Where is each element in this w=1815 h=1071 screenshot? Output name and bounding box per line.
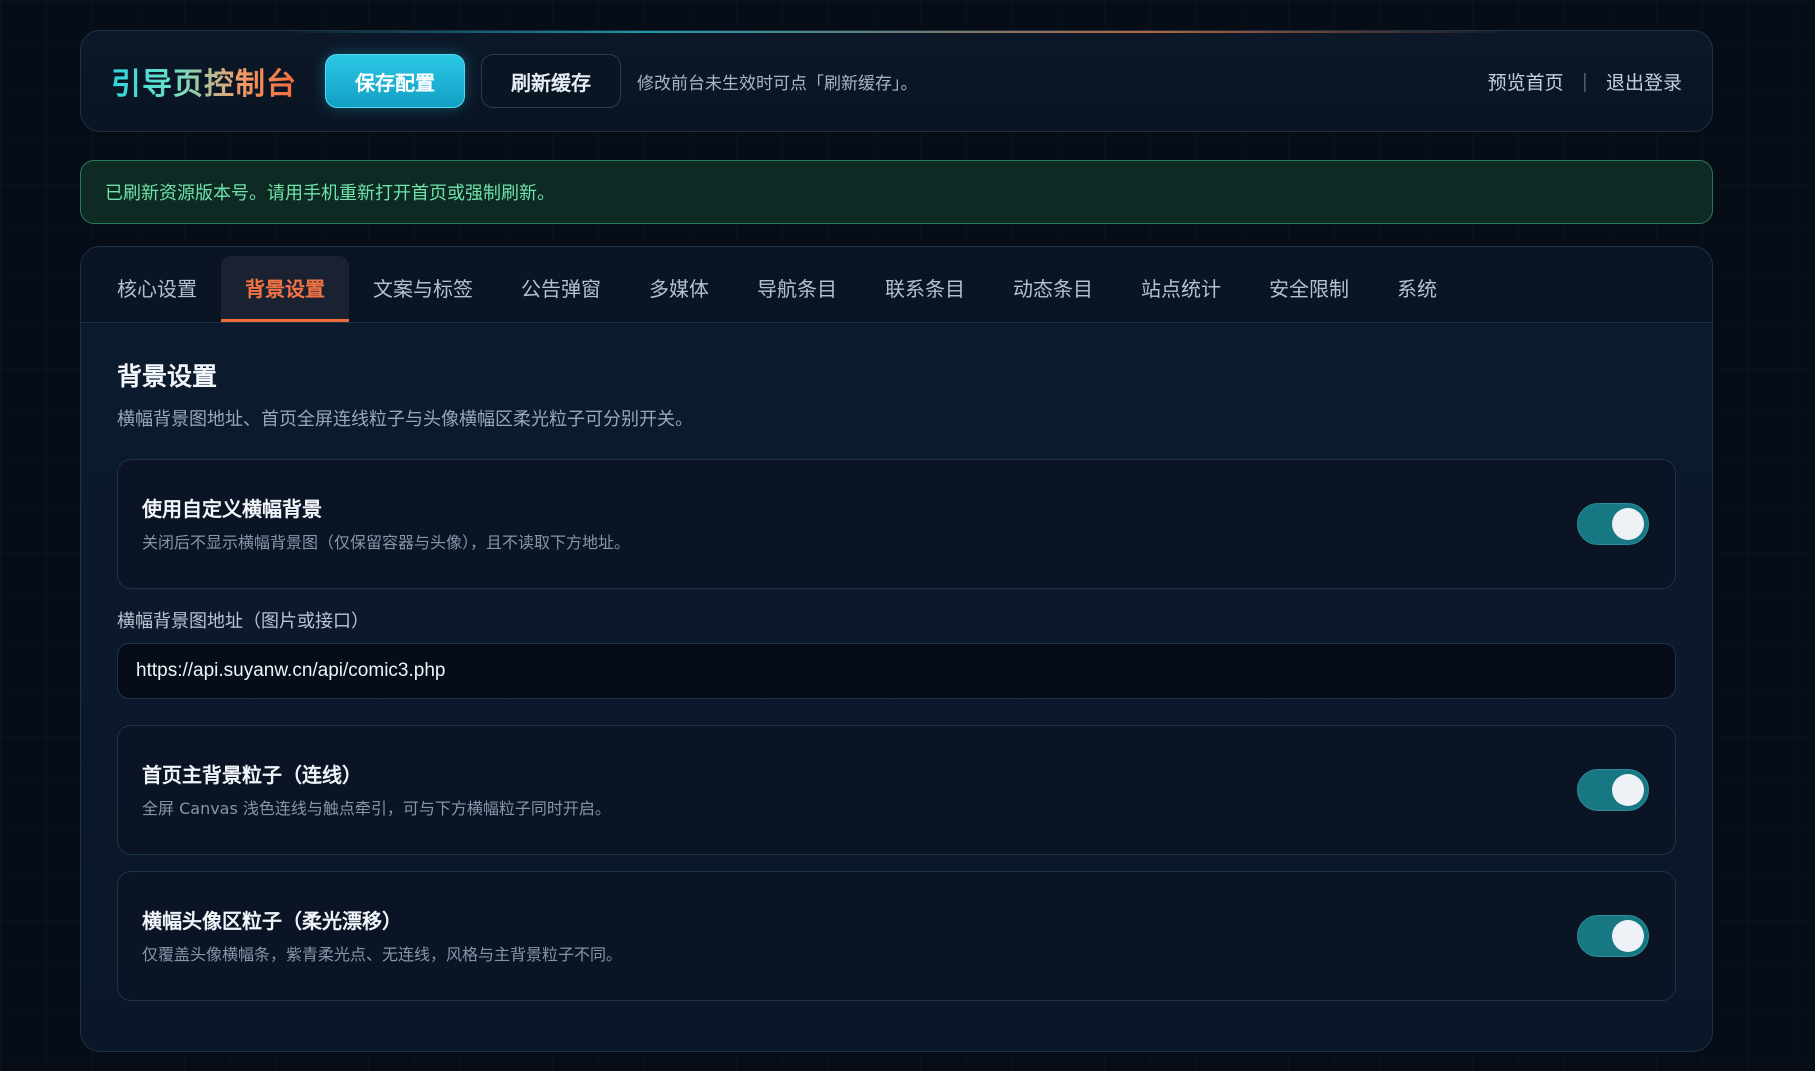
tab-announcement-popup[interactable]: 公告弹窗: [497, 256, 625, 322]
tab-nav-items[interactable]: 导航条目: [733, 256, 861, 322]
banner-particles-text: 横幅头像区粒子（柔光漂移） 仅覆盖头像横幅条，紫青柔光点、无连线，风格与主背景粒…: [142, 905, 682, 968]
section-title: 背景设置: [117, 362, 218, 391]
custom-banner-text: 使用自定义横幅背景 关闭后不显示横幅背景图（仅保留容器与头像），且不读取下方地址…: [142, 493, 682, 556]
refresh-hint: 修改前台未生效时可点「刷新缓存」。: [637, 73, 918, 94]
header-links: 预览首页 | 退出登录: [1488, 68, 1682, 95]
tab-site-stats[interactable]: 站点统计: [1117, 256, 1245, 322]
header-separator: |: [1581, 70, 1588, 92]
tab-background-settings[interactable]: 背景设置: [221, 256, 349, 322]
tab-system[interactable]: 系统: [1373, 256, 1461, 322]
settings-panel: 核心设置 背景设置 文案与标签 公告弹窗 多媒体 导航条目 联系条目 动态条目 …: [80, 246, 1713, 1052]
custom-banner-description: 关闭后不显示横幅背景图（仅保留容器与头像），且不读取下方地址。: [142, 532, 631, 552]
toggle-knob: [1612, 774, 1644, 806]
main-particles-title: 首页主背景粒子（连线）: [142, 762, 362, 787]
banner-particles-title: 横幅头像区粒子（柔光漂移）: [142, 908, 402, 933]
banner-particles-toggle[interactable]: [1577, 915, 1649, 957]
tab-copy-and-tags[interactable]: 文案与标签: [349, 256, 497, 322]
main-particles-card: 首页主背景粒子（连线） 全屏 Canvas 浅色连线与触点牵引，可与下方横幅粒子…: [117, 725, 1676, 855]
app-root: 引导页控制台 保存配置 刷新缓存 修改前台未生效时可点「刷新缓存」。 预览首页 …: [80, 30, 1713, 1052]
banner-particles-card: 横幅头像区粒子（柔光漂移） 仅覆盖头像横幅条，紫青柔光点、无连线，风格与主背景粒…: [117, 871, 1676, 1001]
app-title: 引导页控制台: [111, 59, 297, 103]
tab-core-settings[interactable]: 核心设置: [93, 256, 221, 322]
banner-particles-description: 仅覆盖头像横幅条，紫青柔光点、无连线，风格与主背景粒子不同。: [142, 944, 623, 964]
main-particles-description: 全屏 Canvas 浅色连线与触点牵引，可与下方横幅粒子同时开启。: [142, 798, 611, 818]
success-notice: 已刷新资源版本号。请用手机重新打开首页或强制刷新。: [80, 160, 1713, 224]
notice-text: 已刷新资源版本号。请用手机重新打开首页或强制刷新。: [105, 183, 555, 204]
save-config-button[interactable]: 保存配置: [325, 54, 465, 108]
custom-banner-title: 使用自定义横幅背景: [142, 496, 322, 521]
custom-banner-card: 使用自定义横幅背景 关闭后不显示横幅背景图（仅保留容器与头像），且不读取下方地址…: [117, 459, 1676, 589]
tab-dynamic-items[interactable]: 动态条目: [989, 256, 1117, 322]
top-header: 引导页控制台 保存配置 刷新缓存 修改前台未生效时可点「刷新缓存」。 预览首页 …: [80, 30, 1713, 132]
banner-url-input[interactable]: [117, 643, 1676, 699]
main-particles-toggle[interactable]: [1577, 769, 1649, 811]
toggle-knob: [1612, 920, 1644, 952]
refresh-cache-button[interactable]: 刷新缓存: [481, 54, 621, 108]
logout-link[interactable]: 退出登录: [1606, 68, 1682, 95]
main-particles-text: 首页主背景粒子（连线） 全屏 Canvas 浅色连线与触点牵引，可与下方横幅粒子…: [142, 759, 682, 822]
settings-tabs: 核心设置 背景设置 文案与标签 公告弹窗 多媒体 导航条目 联系条目 动态条目 …: [81, 247, 1712, 323]
section-description: 横幅背景图地址、首页全屏连线粒子与头像横幅区柔光粒子可分别开关。: [117, 409, 693, 430]
preview-home-link[interactable]: 预览首页: [1488, 68, 1564, 95]
toggle-knob: [1612, 508, 1644, 540]
custom-banner-toggle[interactable]: [1577, 503, 1649, 545]
banner-url-label: 横幅背景图地址（图片或接口）: [117, 611, 369, 632]
tab-contact-items[interactable]: 联系条目: [861, 256, 989, 322]
tab-multimedia[interactable]: 多媒体: [625, 256, 733, 322]
background-settings-content: 背景设置 横幅背景图地址、首页全屏连线粒子与头像横幅区柔光粒子可分别开关。 使用…: [81, 323, 1712, 1051]
tab-security-limits[interactable]: 安全限制: [1245, 256, 1373, 322]
